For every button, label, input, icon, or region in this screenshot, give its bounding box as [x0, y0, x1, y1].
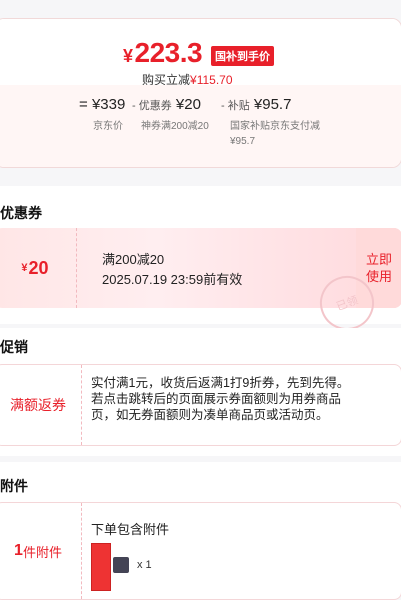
promo-label: 满额返券: [0, 365, 82, 445]
promo-description: 实付满1元，收货后返满1打9折券，先到先得。若点击跳转后的页面展示券面额则为用券…: [91, 376, 350, 422]
accessory-section-title: 附件: [0, 478, 28, 494]
breakdown-coupon: - 优惠券 ¥20 神券满200减20: [132, 96, 209, 132]
gov-subsidy-badge: 国补到手价: [211, 46, 274, 66]
promo-card[interactable]: 满额返券 实付满1元，收货后返满1打9折券，先到先得。若点击跳转后的页面展示券面…: [0, 364, 401, 446]
price-card: ¥223.3 国补到手价 购买立减¥115.70 = ¥339 京东价 - 优惠…: [0, 18, 401, 168]
accessory-card[interactable]: 1 件附件 下单包含附件 x 1: [0, 502, 401, 600]
final-price: ¥223.3: [123, 37, 203, 68]
promo-section-title: 促销: [0, 339, 28, 355]
price-breakdown: = ¥339 京东价 - 优惠券 ¥20 神券满200减20 - 补贴 ¥95.…: [0, 85, 401, 167]
coupon-amount: ¥20: [0, 228, 77, 308]
accessory-thumbnail: [91, 543, 111, 591]
coupon-section-title: 优惠券: [0, 205, 42, 221]
breakdown-jd-price: = ¥339 京东价: [79, 96, 126, 132]
accessory-count: 1 件附件: [0, 503, 82, 599]
breakdown-subsidy: - 补贴 ¥95.7 国家补贴京东支付减¥95.7: [221, 96, 320, 147]
accessory-heading: 下单包含附件: [91, 522, 170, 537]
price-header: ¥223.3 国补到手价 购买立减¥115.70: [0, 19, 401, 87]
coupon-info: 满200减20 2025.07.19 23:59前有效: [102, 252, 243, 287]
accessory-chip-thumbnail: [113, 557, 129, 573]
accessory-qty: x 1: [137, 559, 152, 571]
